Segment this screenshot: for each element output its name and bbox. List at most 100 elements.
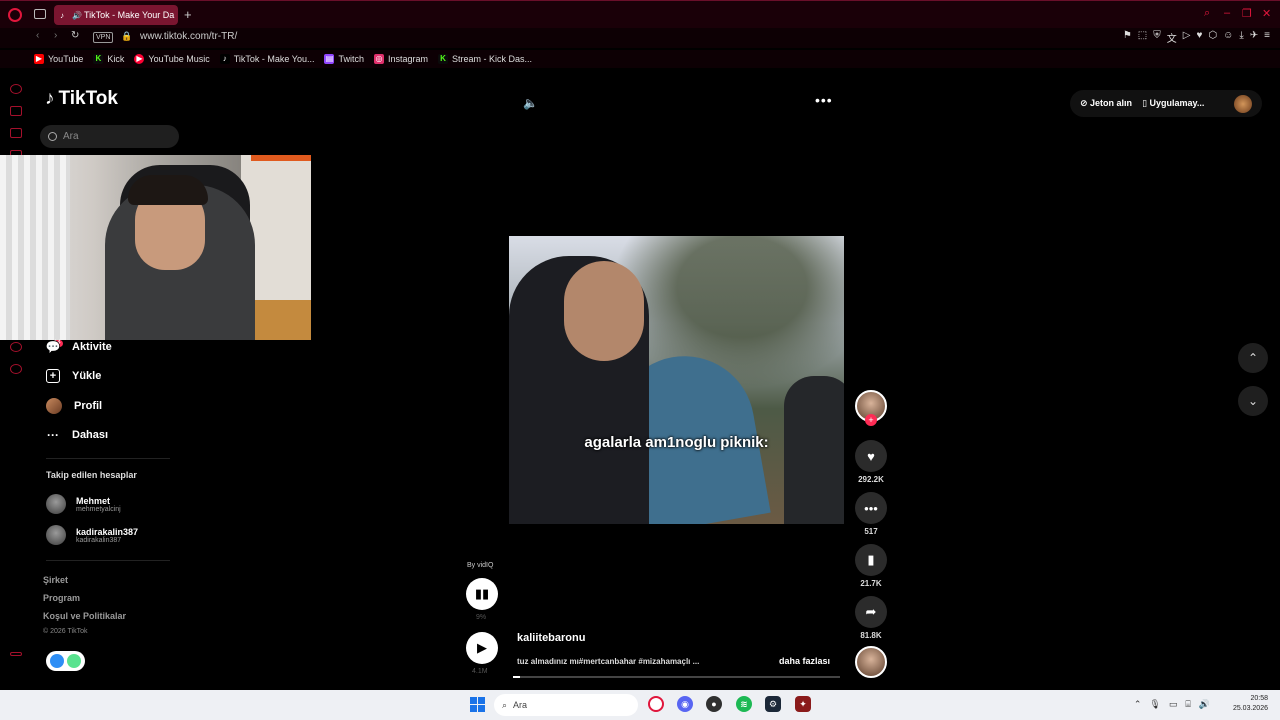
ai-icon[interactable]: ✈ xyxy=(1250,30,1258,45)
footer-terms-link[interactable]: Koşul ve Politikalar xyxy=(43,611,126,621)
video-progress-fill xyxy=(513,676,520,678)
bookmark-kick-stream[interactable]: K Stream - Kick Das... xyxy=(438,54,532,64)
nav-more[interactable]: ··· Dahası xyxy=(46,428,108,442)
volume-tray-icon[interactable]: 🔊 xyxy=(1199,699,1210,710)
nav-divider xyxy=(46,458,170,459)
nav-upload[interactable]: + Yükle xyxy=(46,369,101,383)
back-button[interactable]: ‹ xyxy=(36,30,39,41)
spotify-taskbar-icon[interactable]: ≋ xyxy=(736,696,752,712)
bookmark-youtube[interactable]: ▶ YouTube xyxy=(34,54,83,64)
url-field[interactable]: www.tiktok.com/tr-TR/ xyxy=(140,31,237,42)
video-author[interactable]: kaliitebaronu xyxy=(517,632,585,644)
kick-icon: K xyxy=(438,54,449,64)
get-coins-button[interactable]: ⊘ Jeton alın xyxy=(1080,98,1132,109)
menu-icon[interactable]: ≡ xyxy=(1264,30,1270,45)
bookmark-instagram[interactable]: ◎ Instagram xyxy=(373,54,428,64)
taskbar-search[interactable]: ⌕ Ara xyxy=(494,694,638,716)
windows-taskbar xyxy=(0,690,1280,720)
display-icon[interactable]: ▭ xyxy=(1169,699,1178,710)
footer-company-link[interactable]: Şirket xyxy=(43,575,68,585)
tray-chevron-up-icon[interactable]: ⌃ xyxy=(1134,699,1142,710)
video-player[interactable]: agalarla am1noglu piknik: xyxy=(509,236,844,524)
game-taskbar-icon[interactable]: ✦ xyxy=(795,696,811,712)
sidebar-history-icon[interactable] xyxy=(10,342,22,352)
sidebar-bag-icon[interactable] xyxy=(10,106,22,116)
bookmark-youtube-music[interactable]: ▶ YouTube Music xyxy=(134,54,210,64)
view-count: 4.1M xyxy=(472,668,488,675)
comment-action[interactable]: ••• 517 xyxy=(855,492,887,536)
sidebar-settings-icon[interactable] xyxy=(10,364,22,374)
lock-icon[interactable]: 🔒 xyxy=(121,31,132,42)
play-button[interactable]: ▶ xyxy=(466,632,498,664)
minimize-button[interactable]: – xyxy=(1224,7,1230,19)
close-button[interactable]: ✕ xyxy=(1262,7,1271,20)
steam-taskbar-icon[interactable]: ⚙ xyxy=(765,696,781,712)
upload-icon: + xyxy=(46,369,60,383)
music-disc-button[interactable] xyxy=(855,646,887,678)
speaker-tab-icon[interactable]: 🔊 xyxy=(72,11,82,20)
snapshot-icon[interactable]: ⬚ xyxy=(1138,30,1147,45)
next-video-button[interactable]: ⌄ xyxy=(1238,386,1268,416)
account-handle: mehmetyalcinj xyxy=(76,505,121,513)
like-action[interactable]: ♥ 292.2K xyxy=(855,440,887,484)
see-more-link[interactable]: daha fazlası xyxy=(779,656,830,666)
discord-taskbar-icon[interactable]: ◉ xyxy=(677,696,693,712)
toggle-knob-blue xyxy=(50,654,64,668)
extensions-icon[interactable]: ⬡ xyxy=(1208,30,1217,45)
forward-button[interactable]: › xyxy=(54,30,57,41)
share-action[interactable]: ➦ 81.8K xyxy=(855,596,887,640)
following-account[interactable]: kadirakalin387 kadirakalin387 xyxy=(46,525,138,545)
pin-icon[interactable]: ⚑ xyxy=(1123,30,1132,45)
workspaces-icon[interactable] xyxy=(34,9,46,19)
top-right-actions: ⊘ Jeton alın ▯ Uygulamay... xyxy=(1070,90,1262,117)
footer-program-link[interactable]: Program xyxy=(43,593,80,603)
search-tabs-icon[interactable]: ⌕ xyxy=(1204,7,1210,20)
nav-activity[interactable]: 💬 Aktivite xyxy=(46,340,112,354)
play-icon[interactable]: ▷ xyxy=(1183,30,1191,45)
nav-profile[interactable]: Profil xyxy=(46,398,102,414)
obs-taskbar-icon[interactable]: ● xyxy=(706,696,722,712)
video-more-options-icon[interactable]: ••• xyxy=(815,92,833,108)
follow-plus-icon[interactable]: + xyxy=(865,414,877,426)
video-progress-bar[interactable] xyxy=(513,676,840,678)
sidebar-ai-icon[interactable] xyxy=(10,84,22,94)
chevron-up-icon: ⌃ xyxy=(1247,351,1259,365)
windows-start-icon[interactable] xyxy=(470,697,485,712)
new-tab-button[interactable]: + xyxy=(184,7,192,22)
bookmark-kick[interactable]: K Kick xyxy=(93,54,124,64)
network-icon[interactable]: ⌸ xyxy=(1185,699,1190,710)
sidebar-more-icon[interactable] xyxy=(10,672,22,676)
save-count: 21.7K xyxy=(860,579,882,588)
download-icon[interactable]: ⤓ xyxy=(1239,30,1243,45)
save-action[interactable]: ▮ 21.7K xyxy=(855,544,887,588)
microphone-icon[interactable]: 🎙 xyxy=(1149,699,1160,710)
system-clock[interactable]: 20:58 25.03.2026 xyxy=(1233,694,1268,714)
opera-logo-icon[interactable] xyxy=(8,8,22,22)
creator-avatar-button[interactable]: + xyxy=(855,390,887,426)
bookmark-tiktok[interactable]: ♪ TikTok - Make You... xyxy=(219,54,314,64)
maximize-button[interactable]: ❐ xyxy=(1242,7,1252,20)
following-account[interactable]: Mehmet mehmetyalcinj xyxy=(46,494,121,514)
opera-taskbar-icon[interactable] xyxy=(648,696,664,712)
bookmark-icon: ▮ xyxy=(855,544,887,576)
sidebar-messenger-icon[interactable] xyxy=(10,128,22,138)
bookmark-twitch[interactable]: ▤ Twitch xyxy=(324,54,364,64)
heart-icon[interactable]: ♥ xyxy=(1196,30,1202,45)
get-app-button[interactable]: ▯ Uygulamay... xyxy=(1142,98,1204,109)
tiktok-tab-icon: ♪ xyxy=(60,11,64,20)
vidiq-stats-button[interactable]: ▮▮ xyxy=(466,578,498,610)
active-tab[interactable]: ♪ 🔊 TikTok - Make Your Da xyxy=(54,5,178,25)
translate-icon[interactable]: 文 xyxy=(1167,30,1177,45)
previous-video-button[interactable]: ⌃ xyxy=(1238,343,1268,373)
vpn-badge[interactable]: VPN xyxy=(93,32,114,43)
volume-icon[interactable]: 🔈 xyxy=(523,96,538,110)
comment-icon: ••• xyxy=(855,492,887,524)
shield-icon[interactable]: ⛨ xyxy=(1153,30,1161,45)
search-input[interactable]: Ara xyxy=(40,125,179,148)
user-avatar[interactable] xyxy=(1234,94,1252,113)
toolbar-icons: ⚑ ⬚ ⛨ 文 ▷ ♥ ⬡ ☺ ⤓ ✈ ≡ xyxy=(1123,30,1270,45)
theme-toggle[interactable] xyxy=(46,651,85,671)
account-icon[interactable]: ☺ xyxy=(1223,30,1233,45)
reload-button[interactable]: ↻ xyxy=(71,30,79,41)
tiktok-logo[interactable]: ♪ TikTok xyxy=(45,88,118,110)
